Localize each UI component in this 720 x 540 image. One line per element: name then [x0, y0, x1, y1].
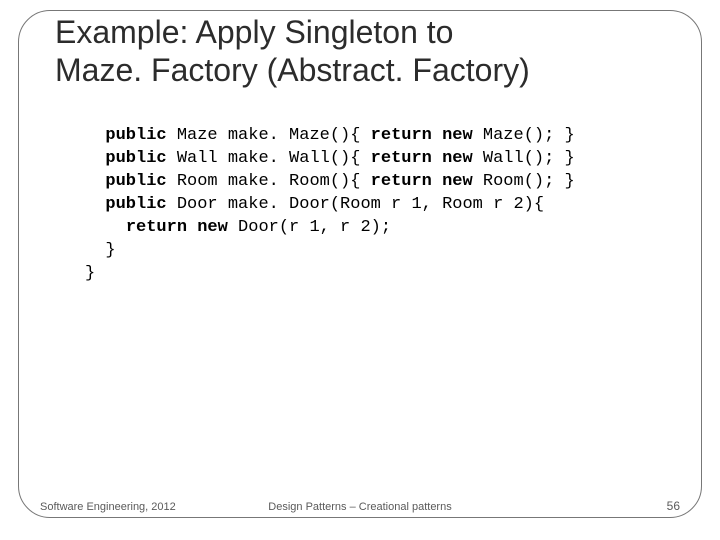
keyword-public: public — [105, 126, 166, 145]
code-text: Wall make. Wall(){ — [167, 149, 371, 168]
code-line-5: return new Door(r 1, r 2); — [85, 218, 391, 237]
keyword-public: public — [105, 195, 166, 214]
code-text: Room(); } — [473, 172, 575, 191]
keyword-return-new: return new — [371, 126, 473, 145]
title-line-2: Maze. Factory (Abstract. Factory) — [55, 52, 530, 88]
code-text: Door(r 1, r 2); — [228, 218, 391, 237]
code-line-6: } — [85, 241, 116, 260]
code-text: Wall(); } — [473, 149, 575, 168]
keyword-return-new: return new — [371, 172, 473, 191]
code-text: Maze make. Maze(){ — [167, 126, 371, 145]
code-text: Room make. Room(){ — [167, 172, 371, 191]
code-line-3: public Room make. Room(){ return new Roo… — [85, 172, 575, 191]
code-text: Maze(); } — [473, 126, 575, 145]
page-number: 56 — [667, 499, 680, 513]
keyword-public: public — [105, 149, 166, 168]
code-block: public Maze make. Maze(){ return new Maz… — [85, 125, 575, 286]
code-line-2: public Wall make. Wall(){ return new Wal… — [85, 149, 575, 168]
code-text: Door make. Door(Room r 1, Room r 2){ — [167, 195, 544, 214]
keyword-return-new: return new — [371, 149, 473, 168]
code-line-1: public Maze make. Maze(){ return new Maz… — [85, 126, 575, 145]
code-line-7: } — [85, 264, 95, 283]
slide: Example: Apply Singleton to Maze. Factor… — [0, 0, 720, 540]
slide-title: Example: Apply Singleton to Maze. Factor… — [55, 14, 680, 90]
footer-center: Design Patterns – Creational patterns — [0, 501, 720, 513]
code-line-4: public Door make. Door(Room r 1, Room r … — [85, 195, 544, 214]
keyword-return-new: return new — [126, 218, 228, 237]
title-line-1: Example: Apply Singleton to — [55, 14, 453, 50]
keyword-public: public — [105, 172, 166, 191]
